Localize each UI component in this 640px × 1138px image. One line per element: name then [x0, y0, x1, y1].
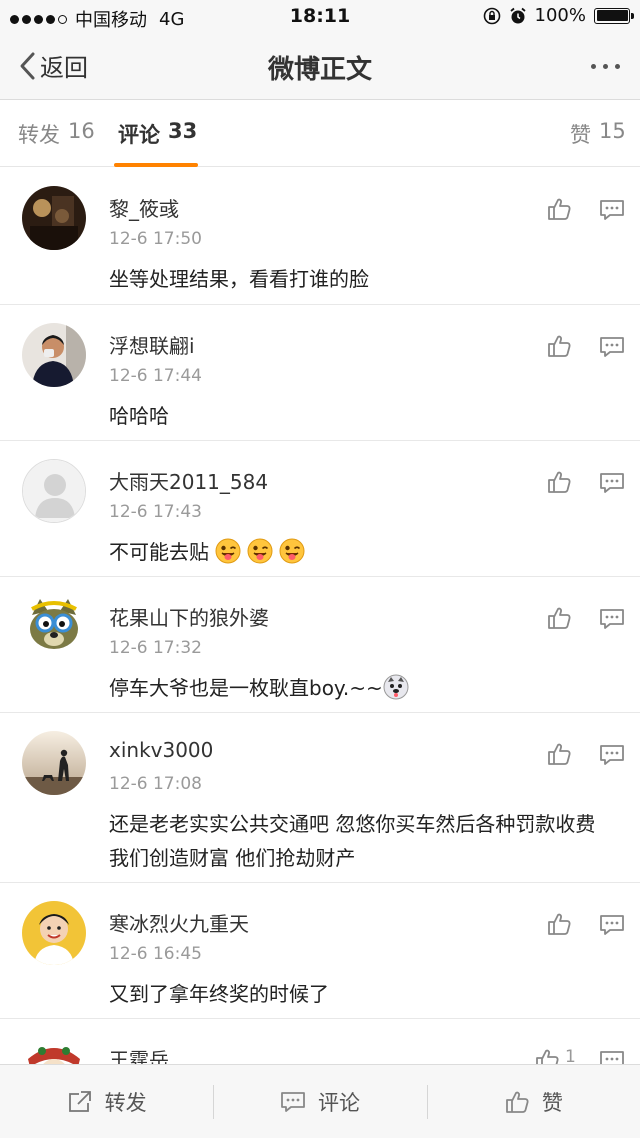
avatar[interactable] — [22, 459, 86, 523]
comment-username[interactable]: 王霆岳 — [109, 1044, 169, 1064]
comment-time: 12-6 16:45 — [109, 944, 202, 964]
comment-text-body: 不可能去贴 — [109, 540, 209, 564]
comment-text: 又到了拿年终奖的时候了 — [109, 982, 329, 1006]
reply-comment-icon[interactable] — [599, 472, 625, 494]
comment-label: 评论 — [317, 1090, 360, 1115]
orientation-lock-icon — [483, 7, 500, 24]
bottom-toolbar: 转发 评论 赞 — [0, 1064, 640, 1138]
comment-text: 停车大爷也是一枚耿直boy.~~ — [109, 671, 619, 705]
like-thumb-icon — [504, 1089, 530, 1115]
tab-repost-label: 转发 — [18, 123, 60, 147]
comment-item: 王霆岳 1 — [0, 1019, 640, 1064]
comment-list: 黎_筱彧 12-6 17:50 坐等处理结果，看看打谁的脸 浮想联翩i 12-6… — [0, 168, 640, 1064]
comment-time: 12-6 17:32 — [109, 638, 202, 658]
comment-time: 12-6 17:43 — [109, 502, 202, 522]
tab-like[interactable]: 赞 15 — [570, 119, 626, 149]
comment-username[interactable]: 寒冰烈火九重天 — [109, 908, 249, 937]
tab-comment-count: 33 — [168, 119, 198, 143]
comment-username[interactable]: xinkv3000 — [109, 738, 213, 762]
like-thumb-icon[interactable] — [546, 333, 572, 359]
emoji-tongue-icon — [279, 538, 305, 564]
avatar[interactable] — [22, 731, 86, 795]
comment-item: 花果山下的狼外婆 12-6 17:32 停车大爷也是一枚耿直boy.~~ — [0, 577, 640, 713]
tab-like-label: 赞 — [570, 123, 591, 147]
avatar[interactable] — [22, 323, 86, 387]
alarm-icon — [509, 7, 526, 23]
comment-time: 12-6 17:08 — [109, 774, 202, 794]
like-thumb-icon[interactable] — [546, 605, 572, 631]
like-button[interactable]: 赞 — [426, 1065, 640, 1138]
emoji-husky-icon — [383, 674, 409, 700]
reply-comment-icon[interactable] — [599, 914, 625, 936]
more-dots-icon[interactable] — [591, 64, 620, 69]
battery-icon — [594, 7, 634, 24]
comment-text: 哈哈哈 — [109, 404, 169, 428]
tab-bar: 转发 16 评论 33 赞 15 — [0, 101, 640, 167]
comment-text: 还是老老实实公共交通吧 忽悠你买车然后各种罚款收费 我们创造财富 他们抢劫财产 — [109, 812, 596, 870]
like-thumb-icon[interactable] — [546, 741, 572, 767]
comment-item: 寒冰烈火九重天 12-6 16:45 又到了拿年终奖的时候了 — [0, 883, 640, 1019]
tab-comment[interactable]: 评论 33 — [118, 119, 197, 149]
comment-like-count: 1 — [565, 1047, 576, 1064]
tab-like-count: 15 — [599, 119, 626, 143]
comment-time: 12-6 17:44 — [109, 366, 202, 386]
tab-repost-count: 16 — [68, 119, 95, 143]
reply-comment-icon[interactable] — [599, 336, 625, 358]
like-thumb-icon[interactable] — [546, 196, 572, 222]
comment-text-body: 停车大爷也是一枚耿直boy.~~ — [109, 676, 383, 700]
like-thumb-icon[interactable] — [534, 1047, 560, 1064]
repost-label: 转发 — [104, 1090, 147, 1115]
reply-comment-icon[interactable] — [599, 1050, 625, 1064]
comment-item: 大雨天2011_584 12-6 17:43 不可能去贴 — [0, 441, 640, 577]
avatar[interactable] — [22, 1037, 86, 1064]
comment-item: 黎_筱彧 12-6 17:50 坐等处理结果，看看打谁的脸 — [0, 168, 640, 305]
like-thumb-icon[interactable] — [546, 911, 572, 937]
active-tab-indicator — [114, 163, 198, 167]
comment-username[interactable]: 黎_筱彧 — [109, 193, 179, 222]
emoji-tongue-icon — [215, 538, 241, 564]
battery-percent: 100% — [534, 5, 586, 26]
comment-button[interactable]: 评论 — [213, 1065, 426, 1138]
reply-comment-icon[interactable] — [599, 608, 625, 630]
comment-username[interactable]: 花果山下的狼外婆 — [109, 602, 269, 631]
status-bar: 中国移动 4G 18:11 100% — [0, 0, 640, 34]
comment-item: 浮想联翩i 12-6 17:44 哈哈哈 — [0, 305, 640, 441]
tab-comment-label: 评论 — [118, 123, 160, 147]
repost-button[interactable]: 转发 — [0, 1065, 213, 1138]
reply-comment-icon[interactable] — [599, 199, 625, 221]
reply-comment-icon[interactable] — [599, 744, 625, 766]
comment-username[interactable]: 浮想联翩i — [109, 330, 195, 359]
share-icon — [68, 1090, 91, 1112]
comment-icon — [280, 1091, 306, 1113]
emoji-tongue-icon — [247, 538, 273, 564]
like-thumb-icon[interactable] — [546, 469, 572, 495]
tab-repost[interactable]: 转发 16 — [18, 119, 95, 149]
comment-time: 12-6 17:50 — [109, 229, 202, 249]
navigation-bar: 返回 微博正文 — [0, 34, 640, 100]
comment-text: 坐等处理结果，看看打谁的脸 — [109, 267, 369, 291]
avatar[interactable] — [22, 901, 86, 965]
comment-item: xinkv3000 12-6 17:08 还是老老实实公共交通吧 忽悠你买车然后… — [0, 713, 640, 883]
avatar[interactable] — [22, 595, 86, 659]
avatar[interactable] — [22, 186, 86, 250]
comment-text: 不可能去贴 — [109, 535, 619, 569]
page-title: 微博正文 — [267, 55, 372, 85]
like-label: 赞 — [541, 1090, 563, 1115]
comment-username[interactable]: 大雨天2011_584 — [109, 466, 268, 495]
